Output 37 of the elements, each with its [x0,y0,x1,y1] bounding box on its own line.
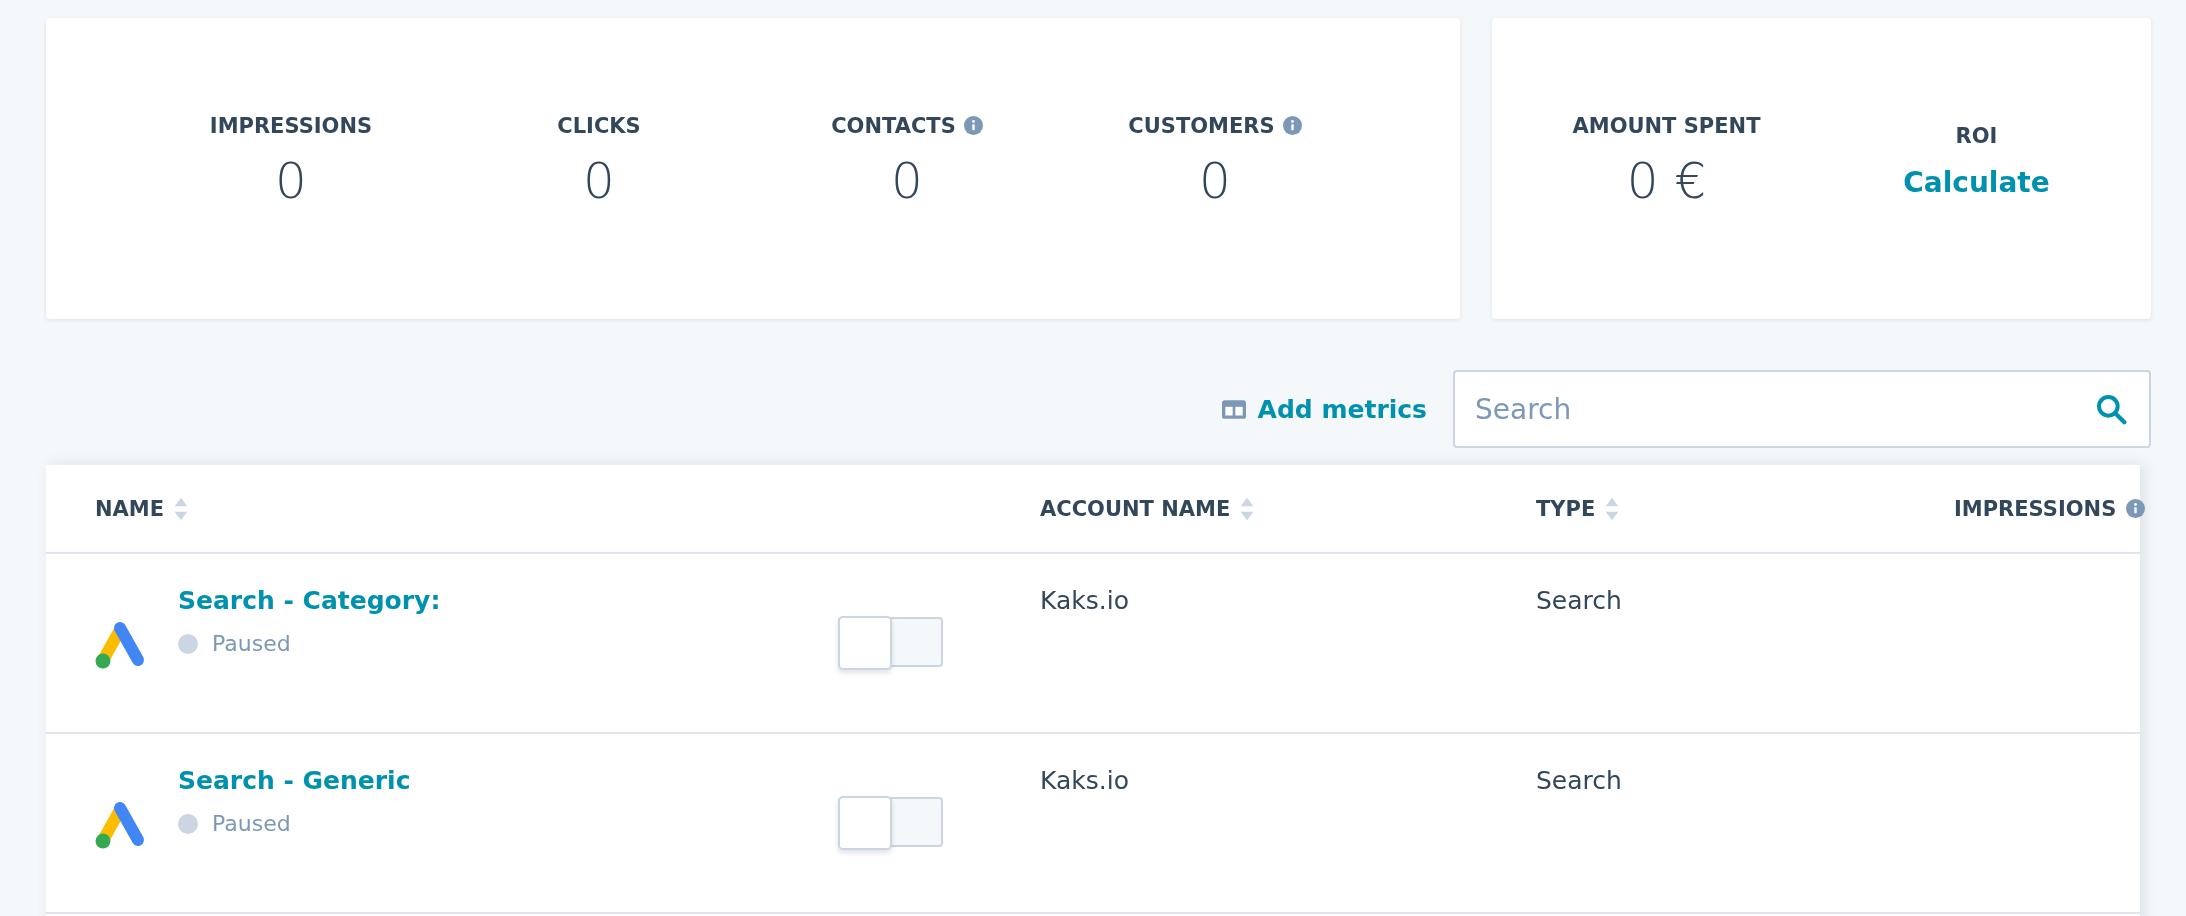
column-header[interactable]: IMPRESSIONS [1954,496,2117,521]
metric-value: 0 [583,151,615,210]
campaign-name-link[interactable]: Search - Category: [178,586,838,615]
metric-label: CUSTOMERS [1128,113,1275,138]
search-icon[interactable] [2095,393,2127,425]
metric-value: 0 € [1626,151,1707,210]
metric-label: CLICKS [557,113,641,138]
sort-icon[interactable] [174,495,189,522]
info-icon[interactable] [963,116,983,135]
metric-label: CONTACTS [831,113,956,138]
toggle-switch[interactable] [838,617,943,667]
metric-label: ROI [1955,124,1998,148]
campaign-name-link[interactable]: Search - Generic [178,766,838,795]
metric-label: AMOUNT SPENT [1572,113,1761,138]
column-header[interactable]: NAME [95,496,165,521]
table-cell: Search [1536,586,1622,615]
info-icon[interactable] [1282,116,1302,135]
metric-value: 0 [1199,151,1231,210]
sort-icon[interactable] [1240,495,1255,522]
info-icon[interactable] [2126,499,2146,518]
metric-value: 0 [891,151,923,210]
column-header[interactable]: ACCOUNT NAME [1040,496,1231,521]
table-cell: Kaks.io [1040,586,1129,615]
table-cell: Kaks.io [1040,766,1129,795]
status-dot [178,813,198,834]
column-header[interactable]: TYPE [1536,496,1596,521]
toggle-switch[interactable] [838,797,943,847]
table-cell: Search [1536,766,1622,795]
columns-icon [1221,399,1246,419]
calculate-link[interactable]: Calculate [1903,166,2050,199]
sort-icon[interactable] [1605,495,1620,522]
metric-value: 0 [275,151,307,210]
status-text: Paused [212,631,291,656]
status-dot [178,633,198,654]
status-text: Paused [212,811,291,836]
metric-label: IMPRESSIONS [209,113,373,138]
search-field[interactable]: Search [1453,370,2151,448]
